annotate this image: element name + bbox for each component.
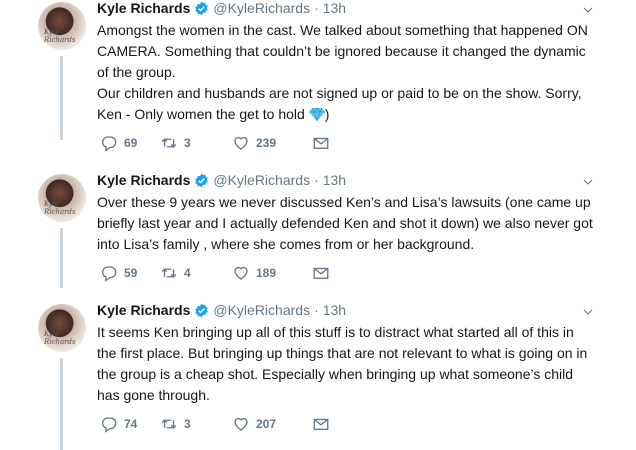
reply-count: 69 xyxy=(124,136,138,150)
reply-count: 74 xyxy=(124,417,138,431)
retweet-button[interactable]: 3 xyxy=(160,134,232,152)
verified-badge-icon xyxy=(194,173,209,188)
tweet-text-part: Amongst the women in the cast. We talked… xyxy=(97,22,588,122)
reply-icon xyxy=(100,415,118,433)
tweet-time[interactable]: 13h xyxy=(323,302,346,318)
tweet-actions: 69 3 239 xyxy=(100,134,336,152)
like-button[interactable]: 207 xyxy=(232,415,312,433)
like-button[interactable]: 239 xyxy=(232,134,312,152)
tweet-header: Kyle Richards @KyleRichards · 13h xyxy=(97,302,346,318)
like-count: 239 xyxy=(256,136,277,150)
tweet-text-part: ) xyxy=(324,106,330,122)
reply-count: 59 xyxy=(124,266,138,280)
author-handle[interactable]: @KyleRichards xyxy=(213,172,310,188)
separator-dot: · xyxy=(314,0,319,16)
reply-icon xyxy=(100,264,118,282)
direct-message-button[interactable] xyxy=(312,134,336,152)
separator-dot: · xyxy=(314,172,319,188)
like-icon xyxy=(232,134,250,152)
direct-message-button[interactable] xyxy=(312,264,336,282)
direct-message-icon xyxy=(312,264,330,282)
tweet-actions: 59 4 189 xyxy=(100,264,336,282)
direct-message-icon xyxy=(312,134,330,152)
gem-stone-icon xyxy=(308,107,325,121)
retweet-icon xyxy=(160,415,178,433)
direct-message-button[interactable] xyxy=(312,415,336,433)
chevron-down-icon[interactable] xyxy=(582,306,594,318)
retweet-icon xyxy=(160,134,178,152)
thread-line xyxy=(60,56,63,140)
retweet-button[interactable]: 4 xyxy=(160,264,232,282)
tweet-header: Kyle Richards @KyleRichards · 13h xyxy=(97,172,346,188)
like-icon xyxy=(232,415,250,433)
retweet-count: 3 xyxy=(184,417,191,431)
tweet-header: Kyle Richards @KyleRichards · 13h xyxy=(97,0,346,16)
verified-badge-icon xyxy=(194,1,209,16)
author-name[interactable]: Kyle Richards xyxy=(97,0,190,16)
tweet-time[interactable]: 13h xyxy=(323,0,346,16)
author-name[interactable]: Kyle Richards xyxy=(97,302,190,318)
like-icon xyxy=(232,264,250,282)
avatar[interactable]: Kyle Richards xyxy=(38,2,86,50)
chevron-down-icon[interactable] xyxy=(582,176,594,188)
like-count: 189 xyxy=(256,266,277,280)
author-handle[interactable]: @KyleRichards xyxy=(213,302,310,318)
reply-button[interactable]: 69 xyxy=(100,134,160,152)
direct-message-icon xyxy=(312,415,330,433)
retweet-count: 3 xyxy=(184,136,191,150)
retweet-button[interactable]: 3 xyxy=(160,415,232,433)
reply-icon xyxy=(100,134,118,152)
separator-dot: · xyxy=(314,302,319,318)
author-name[interactable]: Kyle Richards xyxy=(97,172,190,188)
tweet-text: Amongst the women in the cast. We talked… xyxy=(97,20,607,125)
reply-button[interactable]: 74 xyxy=(100,415,160,433)
tweet-text: It seems Ken bringing up all of this stu… xyxy=(97,324,588,403)
avatar[interactable]: Kyle Richards xyxy=(38,304,86,352)
chevron-down-icon[interactable] xyxy=(582,4,594,16)
retweet-count: 4 xyxy=(184,266,191,280)
retweet-icon xyxy=(160,264,178,282)
reply-button[interactable]: 59 xyxy=(100,264,160,282)
author-handle[interactable]: @KyleRichards xyxy=(213,0,310,16)
thread-line xyxy=(60,358,63,450)
avatar[interactable]: Kyle Richards xyxy=(38,174,86,222)
like-count: 207 xyxy=(256,417,277,431)
tweet-text: Over these 9 years we never discussed Ke… xyxy=(97,194,593,252)
verified-badge-icon xyxy=(194,303,209,318)
thread-line xyxy=(60,228,63,288)
like-button[interactable]: 189 xyxy=(232,264,312,282)
tweet-actions: 74 3 207 xyxy=(100,415,336,433)
tweet-time[interactable]: 13h xyxy=(323,172,346,188)
